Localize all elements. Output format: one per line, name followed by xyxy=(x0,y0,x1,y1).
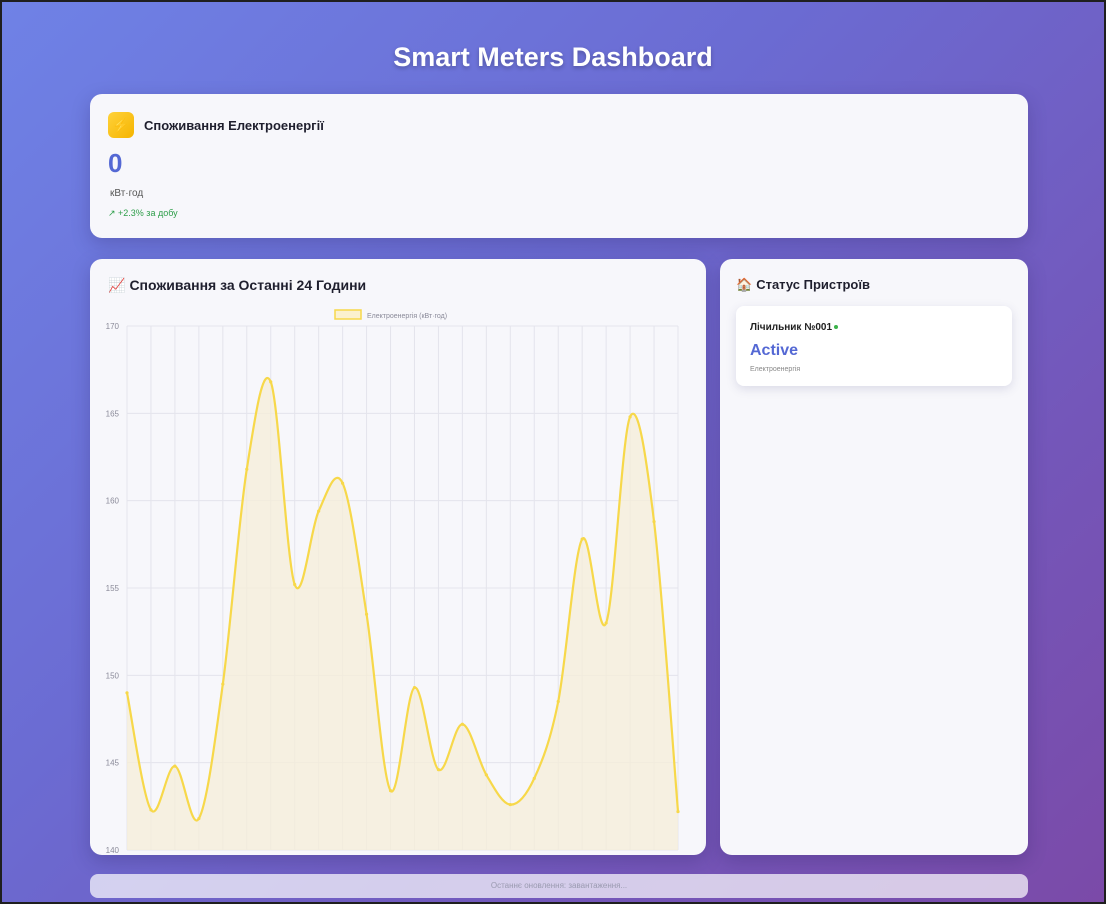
data-point xyxy=(317,509,321,513)
chart-icon: 📈 xyxy=(108,277,126,293)
device-name-row: Лічильник №001 xyxy=(750,322,839,333)
data-point xyxy=(269,380,273,384)
status-title: Статус Пристроїв xyxy=(756,277,871,292)
data-point xyxy=(125,691,129,695)
consumption-trend: ↗ +2.3% за добу xyxy=(108,208,178,218)
page-title: Smart Meters Dashboard xyxy=(393,42,713,72)
chart-title-row: 📈 Споживання за Останні 24 Години xyxy=(108,277,366,294)
data-point xyxy=(532,776,536,780)
data-point xyxy=(604,621,608,625)
status-dot-icon xyxy=(834,325,839,330)
y-tick-label: 155 xyxy=(106,584,120,593)
data-point xyxy=(460,722,464,726)
data-point xyxy=(149,808,153,812)
data-point xyxy=(293,582,297,587)
device-card[interactable]: Лічильник №001 Active Електроенергія xyxy=(736,306,1012,386)
data-point xyxy=(508,802,512,807)
legend-label: Електроенергія (кВт·год) xyxy=(367,312,447,320)
consumption-value: 0 xyxy=(108,148,123,178)
consumption-title: Споживання Електроенергії xyxy=(144,117,324,133)
data-point xyxy=(221,682,225,686)
data-point xyxy=(652,520,656,524)
device-type: Електроенергія xyxy=(750,366,801,373)
data-point xyxy=(197,816,201,821)
data-point xyxy=(556,699,560,704)
data-point xyxy=(341,481,345,485)
data-point xyxy=(364,612,369,616)
status-card: 🏠 Статус Пристроїв Лічильник №001 Active … xyxy=(720,259,1028,855)
y-tick-label: 160 xyxy=(106,497,120,506)
data-point xyxy=(580,537,584,541)
data-point xyxy=(388,789,393,793)
device-name: Лічильник №001 xyxy=(750,322,833,333)
y-tick-label: 165 xyxy=(106,409,120,418)
house-icon: 🏠 xyxy=(736,277,753,292)
legend-swatch xyxy=(334,309,362,320)
bolt-icon: ⚡ xyxy=(108,112,134,138)
chart-title: Споживання за Останні 24 Години xyxy=(129,277,367,293)
last-update-bar: Останнє оновлення: завантаження... xyxy=(90,874,1028,898)
data-point xyxy=(245,467,249,471)
consumption-card: ⚡ Споживання Електроенергії 0 кВт·год ↗ … xyxy=(90,94,1028,238)
status-title-row: 🏠 Статус Пристроїв xyxy=(736,277,870,293)
data-point xyxy=(628,415,632,419)
y-tick-label: 170 xyxy=(106,322,120,331)
consumption-header: ⚡ Споживання Електроенергії xyxy=(108,112,324,138)
y-tick-label: 145 xyxy=(106,759,120,768)
data-point xyxy=(173,764,177,768)
data-point xyxy=(436,768,441,772)
consumption-unit: кВт·год xyxy=(110,188,144,199)
data-point xyxy=(484,773,488,777)
data-point xyxy=(676,809,680,814)
chart-card: 📈 Споживання за Останні 24 Години 140 145 1… xyxy=(90,259,706,855)
device-status: Active xyxy=(750,342,799,359)
y-tick-label: 150 xyxy=(106,671,120,680)
data-point xyxy=(412,685,417,690)
consumption-line-chart[interactable]: 140 145 150 155 160 165 170 Електроенергія (кВт… xyxy=(90,303,706,855)
y-tick-label: 140 xyxy=(106,846,120,855)
